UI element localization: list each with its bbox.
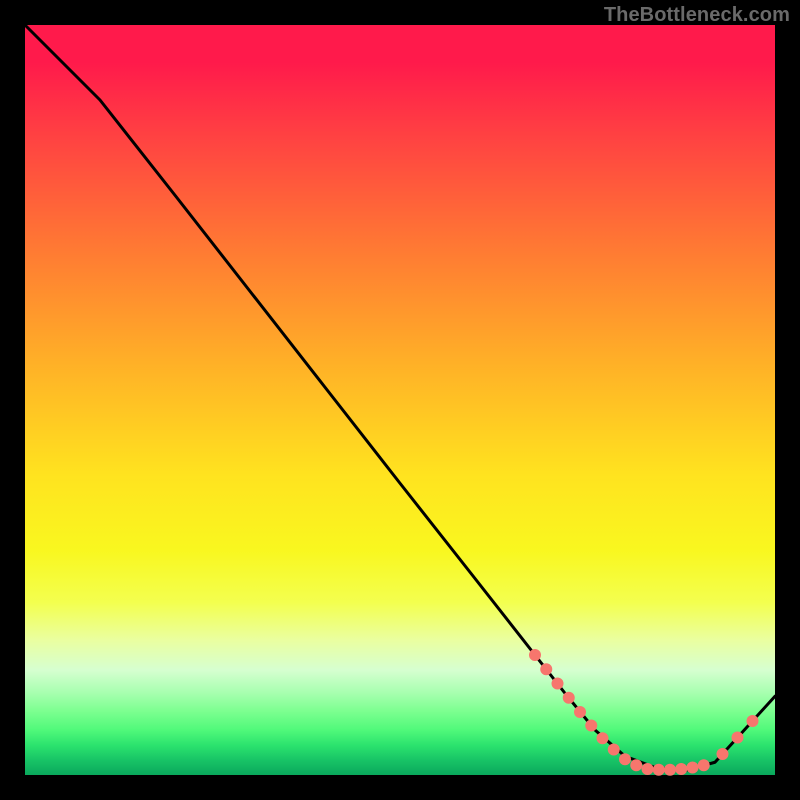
chart-svg bbox=[25, 25, 775, 775]
data-point-marker bbox=[698, 759, 710, 771]
chart-stage: TheBottleneck.com bbox=[0, 0, 800, 800]
data-point-marker bbox=[653, 764, 665, 776]
data-point-marker bbox=[732, 732, 744, 744]
main-curve bbox=[25, 25, 775, 771]
data-point-marker bbox=[687, 762, 699, 774]
watermark-text: TheBottleneck.com bbox=[604, 4, 790, 27]
data-point-marker bbox=[717, 748, 729, 760]
data-point-marker bbox=[540, 663, 552, 675]
data-point-marker bbox=[529, 649, 541, 661]
data-point-marker bbox=[675, 763, 687, 775]
data-point-marker bbox=[747, 715, 759, 727]
data-point-marker bbox=[642, 763, 654, 775]
data-point-marker bbox=[619, 753, 631, 765]
data-point-marker bbox=[597, 732, 609, 744]
data-point-marker bbox=[664, 764, 676, 776]
data-point-marker bbox=[630, 759, 642, 771]
data-point-marker bbox=[552, 678, 564, 690]
data-point-marker bbox=[608, 744, 620, 756]
plot-area bbox=[25, 25, 775, 775]
data-point-marker bbox=[574, 706, 586, 718]
marker-group bbox=[529, 649, 759, 776]
data-point-marker bbox=[585, 720, 597, 732]
data-point-marker bbox=[563, 692, 575, 704]
